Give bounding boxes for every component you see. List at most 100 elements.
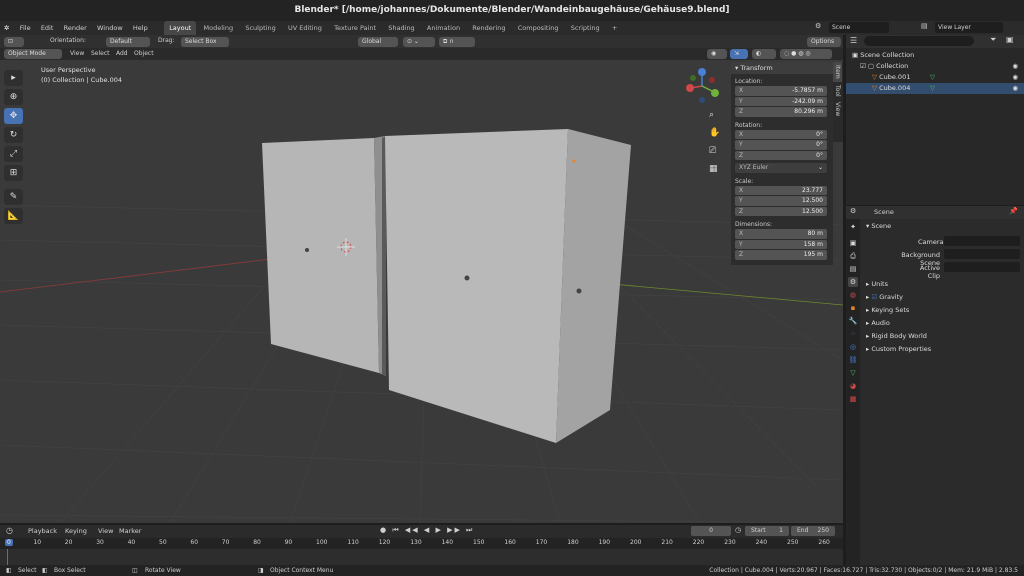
view-layer-field[interactable]: View Layer — [935, 22, 1003, 33]
menu-playback[interactable]: Playback — [28, 527, 57, 535]
rotation-y-field[interactable]: Y 0° — [735, 140, 827, 150]
menu-select[interactable]: Select — [91, 48, 110, 60]
rotation-z-field[interactable]: Z 0° — [735, 150, 827, 160]
current-frame-field[interactable]: 0 — [691, 526, 731, 536]
menu-help[interactable]: Help — [129, 21, 152, 35]
background-scene-field[interactable] — [944, 249, 1020, 259]
tab-layout[interactable]: Layout — [164, 21, 197, 35]
transform-tool-icon[interactable]: ⊞ — [4, 165, 23, 181]
end-frame-field[interactable]: End 250 — [791, 526, 835, 536]
tab-modeling[interactable]: Modeling — [199, 21, 239, 35]
particles-tab-icon[interactable]: ⁘ — [848, 329, 858, 339]
scale-x-field[interactable]: X 23.777 — [735, 185, 827, 195]
tab-rendering[interactable]: Rendering — [467, 21, 510, 35]
outliner-scene-collection[interactable]: ▣ Scene Collection — [846, 50, 1024, 61]
clock-icon[interactable]: ◷ — [6, 526, 13, 535]
measure-tool-icon[interactable]: 📐 — [4, 208, 23, 224]
preview-range-icon[interactable]: ◷ — [735, 526, 741, 534]
select-tool-icon[interactable]: ▸ — [4, 70, 23, 86]
render-tab-icon[interactable]: ▣ — [848, 238, 858, 248]
mode-dropdown[interactable]: Object Mode — [4, 49, 62, 59]
eye-icon[interactable]: ◉ — [1012, 61, 1018, 72]
start-frame-field[interactable]: Start 1 — [745, 526, 789, 536]
menu-object[interactable]: Object — [134, 48, 154, 60]
menu-marker[interactable]: Marker — [119, 527, 141, 535]
transform-orientation-dropdown[interactable]: Global — [358, 36, 398, 47]
rotation-mode-dropdown[interactable]: XYZ Euler ⌄ — [735, 163, 827, 173]
outliner-search-input[interactable] — [864, 36, 974, 46]
properties-editor-icon[interactable]: ⚙ — [850, 207, 856, 215]
timeline-ruler[interactable]: 0 10 20 30 40 50 60 70 80 90 100 110 120 130 140 150 160… — [0, 538, 843, 549]
pin-icon[interactable]: 📌 — [1009, 207, 1018, 215]
rotation-x-field[interactable]: X 0° — [735, 129, 827, 139]
tab-shading[interactable]: Shading — [383, 21, 419, 35]
outliner-object-cube004[interactable]: ▽ Cube.004 ▽ ◉ — [846, 83, 1024, 94]
snap-toggle[interactable]: ⧉ ∩ — [439, 36, 475, 47]
annotate-tool-icon[interactable]: ✎ — [4, 189, 23, 205]
tool-icon[interactable]: ⊡ — [4, 36, 24, 47]
eye-icon[interactable]: ◉ — [1012, 72, 1018, 83]
zoom-icon[interactable]: ⌕ — [709, 110, 723, 128]
filter-icon[interactable]: ⏷ — [990, 35, 996, 45]
eye-icon[interactable]: ◉ — [1012, 83, 1018, 94]
menu-keying[interactable]: Keying — [65, 527, 87, 535]
options-dropdown[interactable]: Options — [807, 36, 841, 47]
scene-panel-header[interactable]: ▾ Scene — [866, 222, 891, 230]
playback-controls[interactable]: ● ⏮ ◀◀ ◀ ▶ ▶▶ ⏭ — [380, 526, 474, 535]
tab-texture-paint[interactable]: Texture Paint — [329, 21, 381, 35]
camera-view-icon[interactable]: ⎚ — [709, 146, 723, 164]
sidebar-tab-item[interactable]: Item — [833, 62, 842, 82]
constraints-tab-icon[interactable]: ⛓ — [848, 355, 858, 365]
section-gravity[interactable]: ▸ ☑ Gravity — [866, 293, 903, 301]
dimensions-y-field[interactable]: Y 158 m — [735, 239, 827, 249]
tab-sculpting[interactable]: Sculpting — [240, 21, 280, 35]
3d-viewport[interactable]: User Perspective (0) Collection | Cube.0… — [0, 60, 843, 523]
drag-dropdown[interactable]: Select Box — [181, 36, 229, 47]
add-workspace-button[interactable]: + — [607, 21, 622, 35]
section-keying-sets[interactable]: ▸ Keying Sets — [866, 306, 909, 314]
outliner-object-cube001[interactable]: ▽ Cube.001 ▽ ◉ — [846, 72, 1024, 83]
world-tab-icon[interactable]: ◍ — [848, 290, 858, 300]
section-units[interactable]: ▸ Units — [866, 280, 888, 288]
cursor-tool-icon[interactable]: ⊕ — [4, 89, 23, 105]
shading-mode-buttons[interactable]: ◌ ● ◍ ◎ — [780, 49, 832, 59]
section-custom-properties[interactable]: ▸ Custom Properties — [866, 345, 931, 353]
move-tool-icon[interactable]: ✥ — [4, 108, 23, 124]
pan-hand-icon[interactable]: ✋ — [709, 128, 723, 146]
scene-tab-icon[interactable]: ⚙ — [848, 277, 858, 287]
section-rigid-body[interactable]: ▸ Rigid Body World — [866, 332, 927, 340]
tab-scripting[interactable]: Scripting — [566, 21, 605, 35]
tab-animation[interactable]: Animation — [422, 21, 465, 35]
location-z-field[interactable]: Z 80.296 m — [735, 107, 827, 117]
dimensions-x-field[interactable]: X 80 m — [735, 229, 827, 239]
output-tab-icon[interactable]: ⎙ — [848, 251, 858, 261]
scale-y-field[interactable]: Y 12.500 — [735, 196, 827, 206]
physics-tab-icon[interactable]: ◎ — [848, 342, 858, 352]
playhead[interactable] — [7, 549, 8, 565]
object-tab-icon[interactable]: ▪ — [848, 303, 858, 313]
new-collection-icon[interactable]: ▣ — [1006, 35, 1014, 44]
outliner-collection[interactable]: ☑ ▢ Collection ◉ — [846, 61, 1024, 72]
view-layer-selector[interactable]: ▤ View Layer — [921, 22, 1021, 33]
scale-z-field[interactable]: Z 12.500 — [735, 206, 827, 216]
menu-file[interactable]: File — [16, 21, 35, 35]
location-y-field[interactable]: Y -242.09 m — [735, 96, 827, 106]
tool-tab-icon[interactable]: ✦ — [848, 222, 858, 232]
location-x-field[interactable]: X -5.7857 m — [735, 86, 827, 96]
transform-panel-header[interactable]: ▾ Transform — [731, 62, 833, 74]
outliner-editor-type-icon[interactable]: ☰ — [850, 36, 857, 45]
visibility-icon[interactable]: ◉ — [707, 49, 727, 59]
section-audio[interactable]: ▸ Audio — [866, 319, 890, 327]
sidebar-tab-view[interactable]: View — [833, 99, 842, 119]
camera-field[interactable] — [944, 236, 1020, 246]
menu-view[interactable]: View — [98, 527, 113, 535]
tab-uv-editing[interactable]: UV Editing — [283, 21, 327, 35]
ortho-grid-icon[interactable]: ▦ — [709, 164, 723, 182]
active-clip-field[interactable] — [944, 262, 1020, 272]
menu-edit[interactable]: Edit — [37, 21, 58, 35]
overlay-toggle-icon[interactable]: ◐ — [752, 49, 776, 59]
gravity-checkbox[interactable]: ☑ — [871, 293, 877, 301]
mesh-data-tab-icon[interactable]: ▽ — [848, 368, 858, 378]
view-layer-tab-icon[interactable]: ▤ — [848, 264, 858, 274]
tab-compositing[interactable]: Compositing — [513, 21, 564, 35]
